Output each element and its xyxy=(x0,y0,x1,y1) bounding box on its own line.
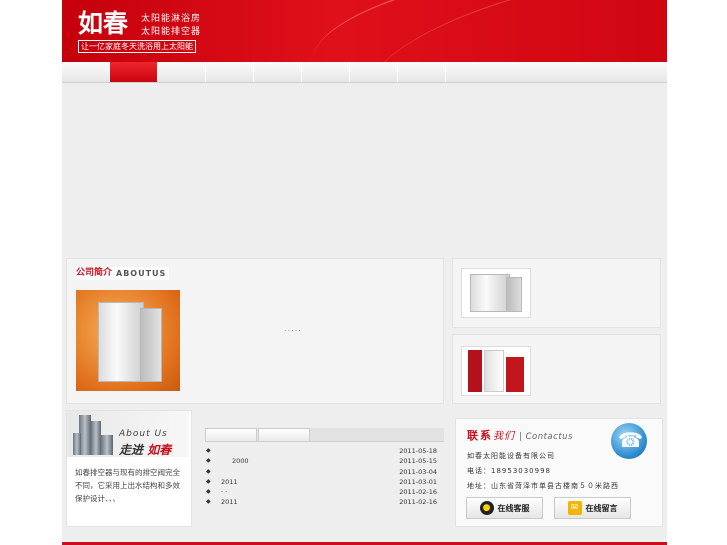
news-title: 2000 xyxy=(232,457,249,466)
contact-title-cn-1: 联系 xyxy=(467,429,493,442)
aboutus-text: 如春排空器与现有的排空阀完全不同，它采用上出水结构和多效保护设计、、、 xyxy=(75,468,180,503)
qq-penguin-icon: ● xyxy=(479,501,494,515)
logo-subtitle-1: 太阳能淋浴房 xyxy=(141,14,202,24)
bullet-icon: ◆ xyxy=(206,498,211,506)
news-date: 2011-02-16 xyxy=(399,498,437,507)
site-header: 如春 太阳能淋浴房 太阳能排空器 让一亿家庭冬天洗浴用上太阳能 xyxy=(62,0,667,62)
contact-title-en-text: Contactus xyxy=(525,432,573,442)
news-title: 2011 xyxy=(221,498,238,507)
news-tab-1[interactable] xyxy=(205,428,257,441)
logo-slogan: 让一亿家庭冬天洗浴用上太阳能 xyxy=(78,40,196,53)
news-list: ◆ 2011-05-18 ◆ 2000 2011-05-15 ◆ 2011-03-04 … xyxy=(205,446,440,508)
aboutus-title-cn-1: 走进 xyxy=(119,443,144,457)
online-service-label: 在线客服 xyxy=(497,503,530,513)
product-box-side xyxy=(140,308,162,382)
building-image xyxy=(101,435,113,455)
news-row[interactable]: ◆ 2011 2011-03-01 xyxy=(205,477,440,487)
about-title-cn: 公司简介 xyxy=(76,268,113,278)
leave-message-button[interactable]: ✉ 在线留言 xyxy=(554,497,631,519)
news-title: · · xyxy=(221,488,228,497)
bullet-icon: ◆ xyxy=(206,467,211,475)
thumb-red-unit xyxy=(506,357,524,392)
building-image xyxy=(73,433,81,455)
product-thumb-1[interactable] xyxy=(461,268,531,318)
nav-item[interactable] xyxy=(302,62,350,82)
news-row[interactable]: ◆ 2011 2011-02-16 xyxy=(205,497,440,507)
telephone-icon xyxy=(611,423,647,459)
news-date: 2011-03-01 xyxy=(399,477,437,486)
thumb-white-cabinet xyxy=(484,350,504,392)
contact-title-cn-2: 我们 xyxy=(493,431,515,442)
nav-item[interactable] xyxy=(158,62,206,82)
bullet-icon: ◆ xyxy=(206,447,211,454)
online-service-button[interactable]: ● 在线客服 xyxy=(466,497,543,519)
news-row[interactable]: ◆ 2000 2011-05-15 xyxy=(205,456,440,466)
nav-item-active[interactable] xyxy=(110,62,158,82)
thumb-red-panel xyxy=(468,350,482,392)
news-date: 2011-02-16 xyxy=(399,488,437,497)
nav-item[interactable] xyxy=(398,62,446,82)
about-title-en: ABOUTUS xyxy=(116,269,167,278)
product-box-front xyxy=(98,302,144,382)
bullet-icon: ◆ xyxy=(206,457,211,465)
contact-address: 地址：山东省菏泽市单县古楼南５０米路西 xyxy=(467,482,619,490)
news-row[interactable]: ◆ · · 2011-02-16 xyxy=(205,487,440,497)
news-date: 2011-03-04 xyxy=(399,467,437,476)
brand-logo[interactable]: 如春 xyxy=(78,9,128,39)
leave-message-label: 在线留言 xyxy=(585,503,618,513)
about-more-dots[interactable]: ..... xyxy=(284,324,302,333)
news-title: 2011 xyxy=(221,477,238,486)
aboutus-title-cn: 走进 如春 xyxy=(119,441,171,458)
about-title: 公司简介 ABOUTUS xyxy=(76,267,170,280)
news-row[interactable]: ◆ 2011-03-04 xyxy=(205,467,440,477)
nav-item[interactable] xyxy=(350,62,398,82)
news-row[interactable]: ◆ 2011-05-18 xyxy=(205,446,440,456)
nav-item[interactable] xyxy=(62,62,110,82)
logo-subtitle-2: 太阳能排空器 xyxy=(141,27,202,37)
aboutus-banner: About Us 走进 如春 xyxy=(67,411,189,457)
news-tabs xyxy=(205,428,444,442)
news-tab-2[interactable] xyxy=(258,428,310,441)
nav-item[interactable] xyxy=(206,62,254,82)
thumb-box-front xyxy=(470,274,510,312)
aboutus-box: About Us 走进 如春 如春排空器与现有的排空阀完全不同，它采用上出水结构… xyxy=(66,410,192,527)
thumb-box-side xyxy=(506,277,522,312)
bullet-icon: ◆ xyxy=(206,477,211,485)
product-thumb-2[interactable] xyxy=(461,346,531,396)
contact-box: 联系我们 | Contactus 如春太阳能设备有限公司 电话：189530309… xyxy=(455,418,663,527)
aboutus-title-cn-2: 如春 xyxy=(147,443,172,457)
contact-title-en: | Contactus xyxy=(519,432,573,442)
contact-company: 如春太阳能设备有限公司 xyxy=(467,452,555,460)
news-date: 2011-05-18 xyxy=(399,447,437,455)
main-nav xyxy=(62,62,667,83)
building-image xyxy=(91,421,101,455)
bullet-icon: ◆ xyxy=(206,488,211,496)
contact-phone: 电话：18953030998 xyxy=(467,467,551,475)
news-date: 2011-05-15 xyxy=(399,457,437,466)
aboutus-title-en: About Us xyxy=(119,429,168,439)
message-envelope-icon: ✉ xyxy=(567,501,582,515)
contact-title: 联系我们 | Contactus xyxy=(467,427,573,443)
nav-item[interactable] xyxy=(254,62,302,82)
product-image[interactable] xyxy=(76,290,180,391)
